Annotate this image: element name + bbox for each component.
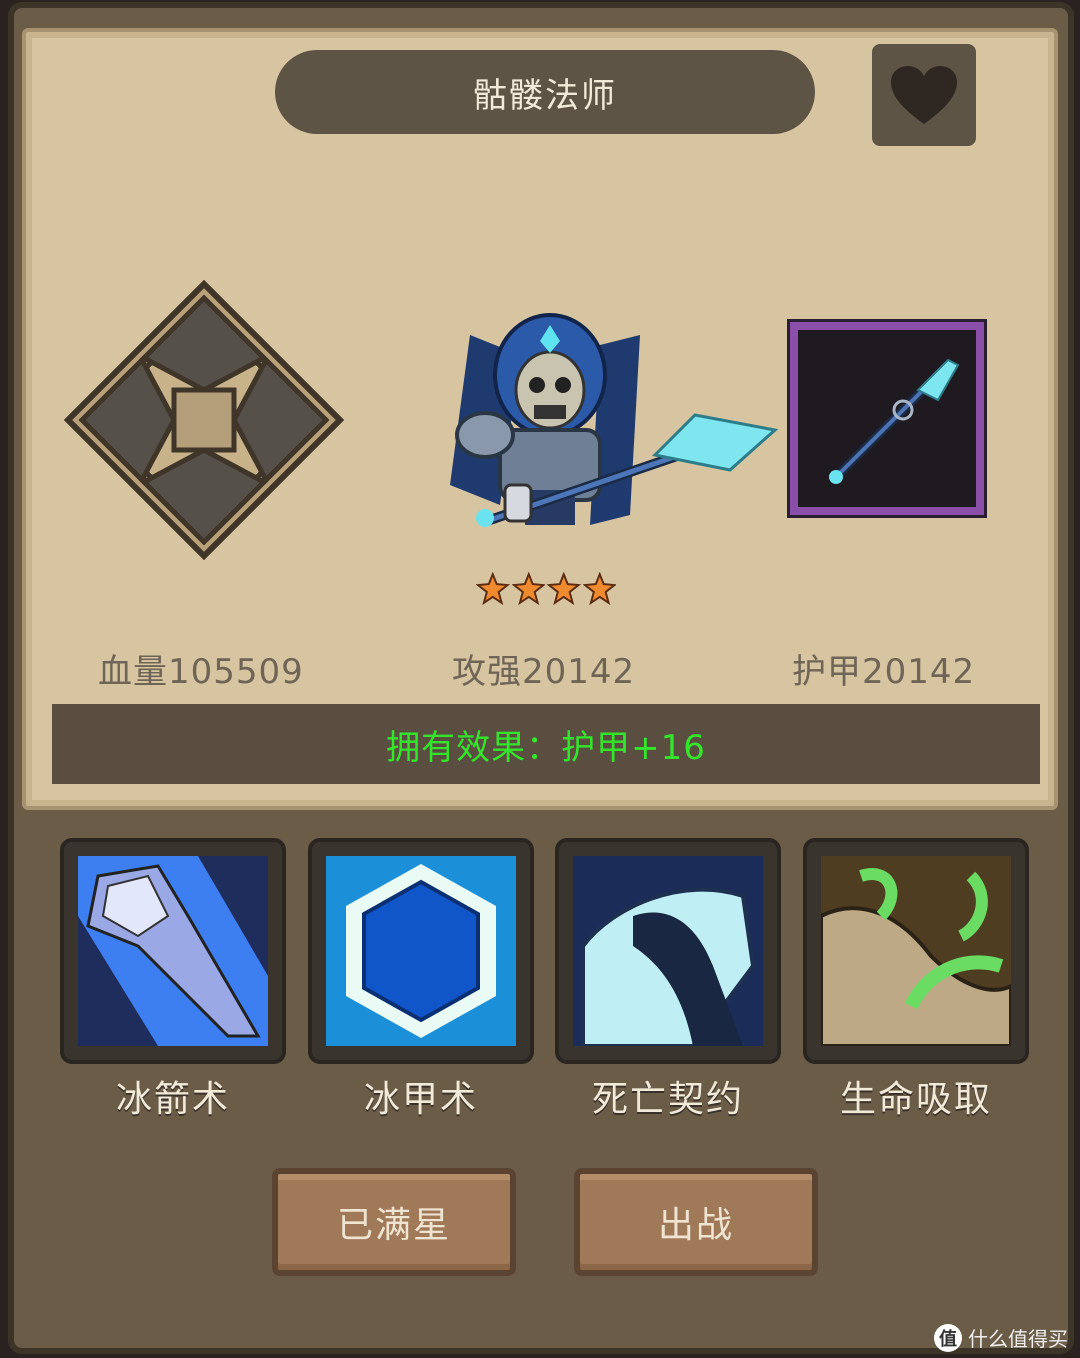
skill-death-pact[interactable] <box>555 838 781 1064</box>
owned-effect-bar: 拥有效果：护甲+16 <box>52 704 1040 784</box>
skill-label-ice-armor: 冰甲术 <box>363 1079 478 1120</box>
hero-name-banner: 骷髅法师 <box>275 50 815 134</box>
life-drain-icon <box>821 856 1011 1046</box>
skill-label-death-pact: 死亡契约 <box>591 1079 744 1120</box>
watermark-text: 什么值得买 <box>968 1327 1068 1351</box>
watermark-badge: 值 <box>934 1323 962 1352</box>
equipment-slot-emblem[interactable] <box>64 280 344 560</box>
deploy-label: 出战 <box>657 1205 734 1246</box>
skeleton-mage-portrait <box>450 313 779 527</box>
skill-ice-armor[interactable] <box>308 838 534 1064</box>
hero-name: 骷髅法师 <box>473 75 617 116</box>
heart-icon <box>891 66 957 124</box>
death-pact-icon <box>573 856 763 1046</box>
hp-stat: 血量105509 <box>98 652 304 692</box>
skill-ice-arrow[interactable] <box>60 838 286 1064</box>
ice-arrow-icon <box>78 856 268 1046</box>
star-icon <box>511 572 545 606</box>
ice-armor-icon <box>326 856 516 1046</box>
max-star-button[interactable]: 已满星 <box>272 1168 516 1276</box>
skill-label-life-drain: 生命吸取 <box>839 1079 992 1120</box>
weapon-slot[interactable] <box>787 319 987 518</box>
star-icon <box>476 572 510 606</box>
star-rating <box>476 572 616 612</box>
ice-staff-icon <box>829 358 960 484</box>
owned-effect-text: 拥有效果：护甲+16 <box>386 727 706 768</box>
armor-stat: 护甲20142 <box>792 652 976 692</box>
favorite-button[interactable] <box>872 44 976 146</box>
skill-life-drain[interactable] <box>803 838 1029 1064</box>
watermark: 值 什么值得买 <box>934 1323 1068 1352</box>
skill-label-ice-arrow: 冰箭术 <box>115 1079 230 1120</box>
deploy-button[interactable]: 出战 <box>574 1168 818 1276</box>
max-star-label: 已满星 <box>336 1205 451 1246</box>
star-icon <box>582 572 616 606</box>
attack-stat: 攻强20142 <box>452 652 636 692</box>
star-icon <box>547 572 581 606</box>
